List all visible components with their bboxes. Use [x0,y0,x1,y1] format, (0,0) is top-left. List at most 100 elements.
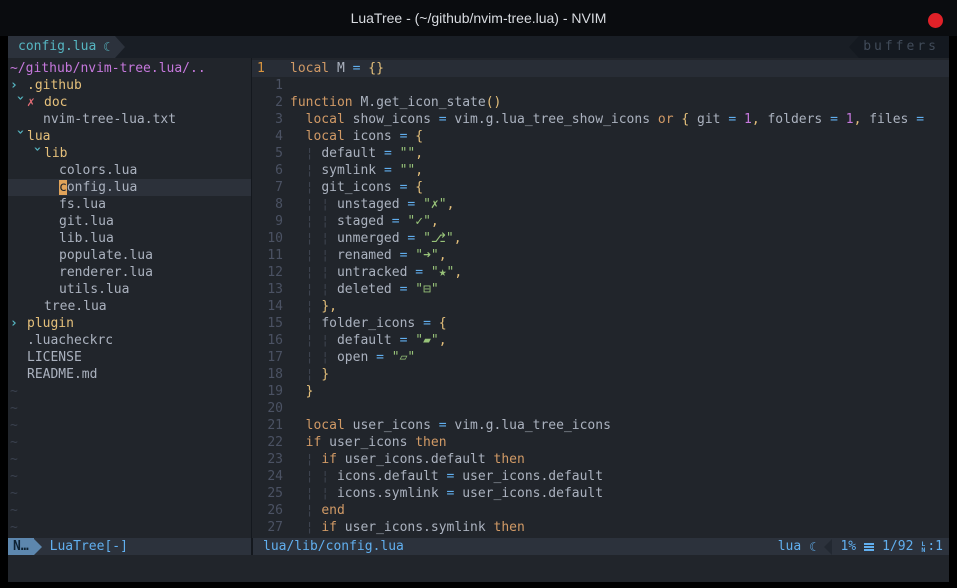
scroll-percent-label: 1% [840,539,856,554]
code-text: ¦ folder_icons = { [283,315,447,332]
tree-item-readme-md[interactable]: README.md [8,366,251,383]
lines-icon [864,546,874,548]
line-number: 7 [252,179,283,196]
chevron-down-icon[interactable]: › [12,94,29,111]
mode-badge: N… [8,538,34,555]
tilde-marker: ~ [10,435,18,450]
code-line[interactable]: 21 local user_icons = vim.g.lua_tree_ico… [252,417,949,434]
tree-item-plugin[interactable]: ›plugin [8,315,251,332]
code-line[interactable]: 1local M = {} [252,60,949,77]
code-line[interactable]: 7 ¦ git_icons = { [252,179,949,196]
code-window: 1local M = {}12function M.get_icon_state… [252,58,949,538]
code-line[interactable]: 11 ¦ ¦ renamed = "➜", [252,247,949,264]
code-line[interactable]: 23 ¦ if user_icons.default then [252,451,949,468]
code-line[interactable]: 13 ¦ ¦ deleted = "⊟" [252,281,949,298]
tree-item-doc[interactable]: ›✗doc [8,94,251,111]
nvim-window: LuaTree - (~/github/nvim-tree.lua) - NVI… [0,0,957,588]
code-line[interactable]: 15 ¦ folder_icons = { [252,315,949,332]
code-text: ¦ ¦ staged = "✓", [283,213,439,230]
code-line[interactable]: 5 ¦ default = "", [252,145,949,162]
tree-item-renderer-lua[interactable]: renderer.lua [8,264,251,281]
tree-item-label: lua [27,129,50,144]
code-line[interactable]: 8 ¦ ¦ unstaged = "✗", [252,196,949,213]
tree-item-config-lua[interactable]: config.lua [8,179,251,196]
tree-item-label: populate.lua [59,248,153,263]
line-number: 25 [252,485,283,502]
tree-item-fs-lua[interactable]: fs.lua [8,196,251,213]
code-line[interactable]: 14 ¦ }, [252,298,949,315]
code-line[interactable]: 20 [252,400,949,417]
code-lines: 1local M = {}12function M.get_icon_state… [252,60,949,536]
close-button[interactable] [928,13,943,28]
line-number: 17 [252,349,283,366]
git-unstaged-icon: ✗ [27,94,44,111]
window-title: LuaTree - (~/github/nvim-tree.lua) - NVI… [351,10,607,26]
chevron-right-icon[interactable]: › [10,77,27,94]
code-line[interactable]: 6 ¦ symlink = "", [252,162,949,179]
chevron-down-icon[interactable]: › [12,128,29,145]
tree-item-luacheckrc[interactable]: .luacheckrc [8,332,251,349]
tree-item-utils-lua[interactable]: utils.lua [8,281,251,298]
tree-item-lua[interactable]: ›lua [8,128,251,145]
tab-config-lua[interactable]: config.lua ☾ [8,36,115,58]
line-number: 12 [252,264,283,281]
tree-item-git-lua[interactable]: git.lua [8,213,251,230]
line-number: 16 [252,332,283,349]
tree-item-tree-lua[interactable]: tree.lua [8,298,251,315]
tree-item-populate-lua[interactable]: populate.lua [8,247,251,264]
code-line[interactable]: 1 [252,77,949,94]
code-text: ¦ ¦ default = "▰", [283,332,447,349]
tree-item-github[interactable]: ›.github [8,77,251,94]
code-line[interactable]: 18 ¦ } [252,366,949,383]
code-line[interactable]: 24 ¦ ¦ icons.default = user_icons.defaul… [252,468,949,485]
code-line[interactable]: 9 ¦ ¦ staged = "✓", [252,213,949,230]
tree-root-path: ~/github/nvim-tree.lua/.. [8,60,251,77]
line-number: 4 [252,128,283,145]
code-line[interactable]: 12 ¦ ¦ untracked = "★", [252,264,949,281]
code-line[interactable]: 10 ¦ ¦ unmerged = "⎇", [252,230,949,247]
tree-item-lib-lua[interactable]: lib.lua [8,230,251,247]
column-label: :1 [927,539,943,554]
code-line[interactable]: 19 } [252,383,949,400]
line-number: 13 [252,281,283,298]
code-text: ¦ }, [283,298,337,315]
code-text: ¦ if user_icons.default then [283,451,525,468]
line-number: 15 [252,315,283,332]
empty-line: ~ [8,485,251,502]
code-line[interactable]: 16 ¦ ¦ default = "▰", [252,332,949,349]
code-line[interactable]: 27 ¦ if user_icons.symlink then [252,519,949,536]
chevron-down-icon[interactable]: › [29,145,46,162]
tree-item-nvim-tree-lua-txt[interactable]: nvim-tree-lua.txt [8,111,251,128]
tree-item-lib[interactable]: ›lib [8,145,251,162]
buffers-arrow-icon [849,36,859,58]
line-number: 2 [252,94,283,111]
empty-line: ~ [8,519,251,536]
code-line[interactable]: 25 ¦ ¦ icons.symlink = user_icons.defaul… [252,485,949,502]
empty-line: ~ [8,417,251,434]
line-number: 23 [252,451,283,468]
code-text: ¦ ¦ unmerged = "⎇", [283,230,462,247]
command-line[interactable] [8,555,949,582]
tree-item-license[interactable]: LICENSE [8,349,251,366]
buffers-tab[interactable]: buffers [859,36,949,58]
line-number: 27 [252,519,283,536]
position-label: 1/92 [882,539,913,554]
code-text: ¦ symlink = "", [283,162,423,179]
code-line[interactable]: 17 ¦ ¦ open = "▱" [252,349,949,366]
chevron-right-icon[interactable]: › [10,315,27,332]
code-line[interactable]: 3 local show_icons = vim.g.lua_tree_show… [252,111,949,128]
tab-label: config.lua [18,36,96,58]
line-number: 24 [252,468,283,485]
code-line[interactable]: 22 if user_icons then [252,434,949,451]
code-text: ¦ ¦ deleted = "⊟" [283,281,439,298]
code-text: ¦ ¦ open = "▱" [283,349,415,366]
code-line[interactable]: 4 local icons = { [252,128,949,145]
code-text: ¦ end [283,502,345,519]
tilde-marker: ~ [10,486,18,501]
code-text: local icons = { [283,128,423,145]
code-line[interactable]: 2function M.get_icon_state() [252,94,949,111]
separator-arrow-icon [824,539,832,555]
code-line[interactable]: 26 ¦ end [252,502,949,519]
tree-item-colors-lua[interactable]: colors.lua [8,162,251,179]
line-number: 1 [252,60,283,77]
